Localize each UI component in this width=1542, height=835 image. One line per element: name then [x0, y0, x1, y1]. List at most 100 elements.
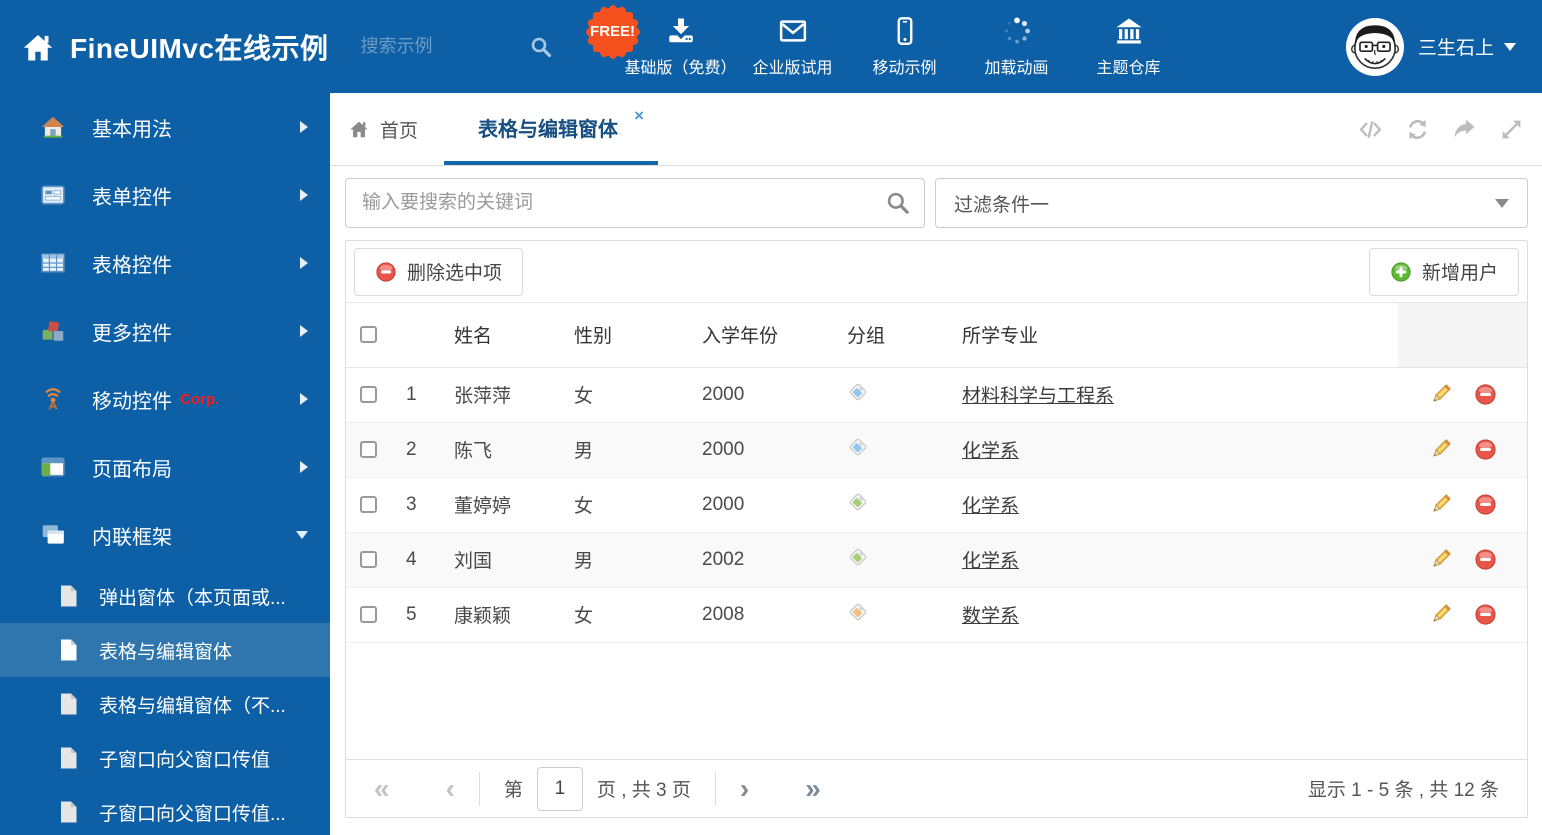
sidebar-subitem-grid-edit-window[interactable]: 表格与编辑窗体: [0, 623, 330, 677]
sidebar: 基本用法 表单控件 表格控件 更多控件 移动控件 Corp. 页面布局 内联框架…: [0, 93, 330, 835]
row-checkbox[interactable]: [360, 550, 377, 568]
sidebar-subitem-grid-edit-window-2[interactable]: 表格与编辑窗体（不...: [0, 677, 330, 731]
delete-row-icon[interactable]: [1474, 493, 1497, 516]
antenna-icon: [45, 388, 61, 410]
bank-icon: [1116, 18, 1142, 43]
share-arrow-icon[interactable]: [1452, 117, 1477, 142]
sidebar-subitem-popup-window[interactable]: 弹出窗体（本页面或...: [0, 569, 330, 623]
delete-row-icon[interactable]: [1474, 603, 1497, 626]
prev-page-button[interactable]: ‹: [446, 774, 455, 803]
row-checkbox[interactable]: [360, 385, 377, 403]
expand-icon[interactable]: [1499, 117, 1524, 142]
edit-pencil-icon[interactable]: [1429, 438, 1452, 461]
table-area: 姓名 性别 入学年份 分组 所学专业 1 张萍萍 女 2000 材料科学与工程系…: [346, 303, 1527, 759]
major-link[interactable]: 化学系: [962, 551, 1019, 572]
avatar: [1345, 17, 1404, 76]
select-all-checkbox[interactable]: [360, 326, 377, 344]
column-header-year: 入学年份: [688, 303, 833, 368]
column-header-group: 分组: [833, 303, 948, 368]
nav-mobile-demo[interactable]: 移动示例: [849, 16, 961, 78]
column-header-actions: [1398, 303, 1527, 368]
sidebar-subitem-child-to-parent-2[interactable]: 子窗口向父窗口传值...: [0, 785, 330, 835]
major-link[interactable]: 材料科学与工程系: [962, 386, 1114, 407]
row-checkbox[interactable]: [360, 495, 377, 513]
chevron-right-icon: [300, 461, 308, 473]
house-icon: [41, 116, 65, 138]
page-prefix-label: 第: [503, 780, 523, 801]
chevron-down-icon: [1504, 42, 1516, 51]
major-link[interactable]: 化学系: [962, 441, 1019, 462]
cell-year: 2000: [688, 422, 833, 478]
delete-selected-button[interactable]: 删除选中项: [354, 247, 524, 296]
table-row: 3 董婷婷 女 2000 化学系: [346, 477, 1527, 533]
tag-icon: [849, 438, 867, 455]
column-header-gender: 性别: [560, 303, 688, 368]
tab-label: 首页: [380, 120, 419, 142]
keyword-search-input[interactable]: [345, 178, 925, 228]
tab-label: 表格与编辑窗体: [478, 118, 619, 141]
app-title: FineUIMvc在线示例: [70, 32, 329, 64]
pagination-bar: « ‹ 第 页 , 共 3 页 › » 显示 1 - 5 条 , 共 12 条: [346, 759, 1527, 817]
refresh-icon[interactable]: [1405, 117, 1430, 142]
close-icon[interactable]: ×: [634, 107, 644, 124]
edit-pencil-icon[interactable]: [1429, 548, 1452, 571]
nav-enterprise-trial[interactable]: 企业版试用: [737, 16, 849, 78]
sidebar-item-form-controls[interactable]: 表单控件: [0, 161, 330, 229]
last-page-button[interactable]: »: [805, 774, 821, 803]
cell-name: 董婷婷: [440, 477, 560, 533]
source-code-icon[interactable]: [1358, 117, 1383, 142]
first-page-button[interactable]: «: [374, 774, 390, 803]
delete-row-icon[interactable]: [1474, 438, 1497, 461]
edit-pencil-icon[interactable]: [1429, 603, 1452, 626]
delete-row-icon[interactable]: [1474, 548, 1497, 571]
next-page-button[interactable]: ›: [740, 774, 749, 803]
header-nav: FREE! 基础版（免费） 企业版试用 移动示例 加载动画 主题仓库: [584, 3, 1185, 78]
edit-pencil-icon[interactable]: [1429, 383, 1452, 406]
sidebar-item-inline-frame[interactable]: 内联框架: [0, 501, 330, 569]
sidebar-item-mobile-controls[interactable]: 移动控件 Corp.: [0, 365, 330, 433]
record-count-summary: 显示 1 - 5 条 , 共 12 条: [1307, 780, 1499, 801]
sidebar-item-basic-usage[interactable]: 基本用法: [0, 93, 330, 161]
sidebar-item-grid-controls[interactable]: 表格控件: [0, 229, 330, 297]
cell-gender: 男: [560, 532, 688, 588]
sidebar-item-more-controls[interactable]: 更多控件: [0, 297, 330, 365]
tab-grid-edit-window[interactable]: 表格与编辑窗体 ×: [444, 93, 659, 165]
sidebar-subitem-child-to-parent[interactable]: 子窗口向父窗口传值: [0, 731, 330, 785]
sidebar-item-page-layout[interactable]: 页面布局: [0, 433, 330, 501]
add-user-button[interactable]: 新增用户: [1368, 247, 1519, 296]
user-menu[interactable]: 三生石上: [1345, 17, 1542, 76]
column-header-index: [392, 303, 440, 368]
nav-theme-store[interactable]: 主题仓库: [1073, 16, 1185, 78]
edit-pencil-icon[interactable]: [1429, 493, 1452, 516]
download-icon: [668, 18, 693, 42]
nav-basic-version[interactable]: FREE! 基础版（免费）: [584, 3, 737, 78]
major-link[interactable]: 化学系: [962, 496, 1019, 517]
filter-dropdown-value: 过滤条件一: [954, 194, 1050, 216]
users-table: 姓名 性别 入学年份 分组 所学专业 1 张萍萍 女 2000 材料科学与工程系…: [346, 303, 1527, 643]
file-icon: [61, 747, 77, 769]
delete-row-icon[interactable]: [1474, 383, 1497, 406]
tab-home[interactable]: 首页: [345, 93, 444, 165]
plus-circle-icon: [1391, 261, 1411, 282]
cell-gender: 男: [560, 422, 688, 478]
search-icon[interactable]: [529, 35, 553, 59]
nav-loading-animation[interactable]: 加载动画: [961, 16, 1073, 78]
cell-name: 康颖颖: [440, 587, 560, 643]
search-icon[interactable]: [885, 190, 911, 216]
row-checkbox[interactable]: [360, 440, 377, 458]
table-row: 1 张萍萍 女 2000 材料科学与工程系: [346, 367, 1527, 423]
form-icon: [41, 185, 65, 205]
brand[interactable]: FineUIMvc在线示例: [0, 27, 329, 67]
home-icon: [23, 34, 53, 60]
row-checkbox[interactable]: [360, 605, 377, 623]
tab-bar: 首页 表格与编辑窗体 ×: [330, 93, 1542, 166]
table-icon: [41, 253, 65, 273]
cubes-icon: [42, 321, 64, 341]
frames-icon: [42, 525, 64, 544]
page-number-input[interactable]: [536, 766, 583, 811]
cell-year: 2000: [688, 367, 833, 423]
filter-dropdown[interactable]: 过滤条件一: [935, 178, 1528, 228]
header-search-input[interactable]: [360, 36, 511, 57]
major-link[interactable]: 数学系: [962, 606, 1019, 627]
cell-name: 刘国: [440, 532, 560, 588]
